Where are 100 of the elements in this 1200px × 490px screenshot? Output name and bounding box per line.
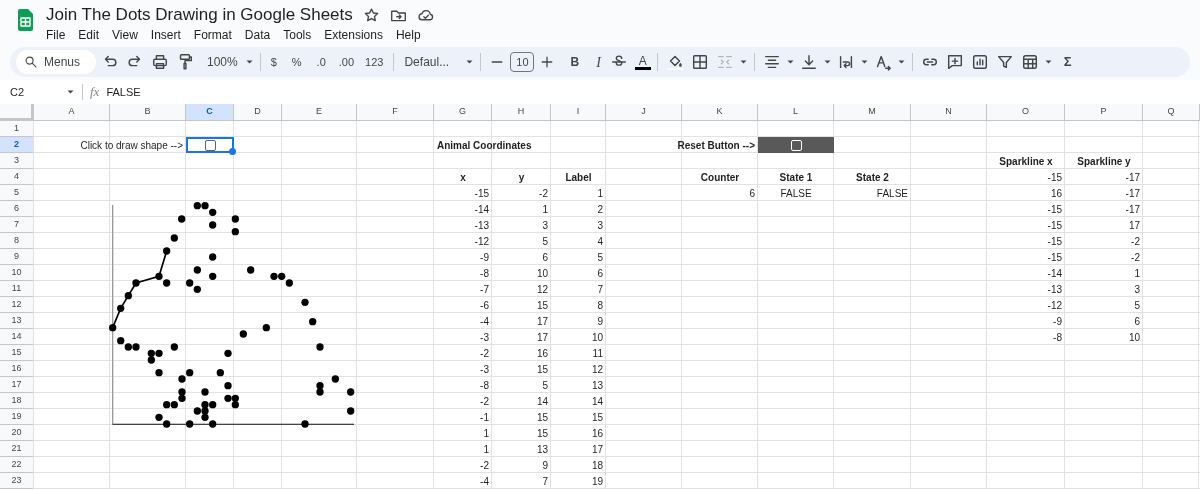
functions-button[interactable]: Σ [1059, 52, 1076, 72]
column-header[interactable]: N [911, 104, 987, 121]
row-header[interactable]: 11 [0, 281, 34, 297]
table-cell-text: 15 [535, 426, 549, 441]
table-cell-text: -13 [1046, 282, 1063, 297]
column-header[interactable]: H [492, 104, 551, 121]
table-cell-text: 10 [590, 330, 604, 345]
column-header[interactable]: A [34, 104, 110, 121]
row-header[interactable]: 6 [0, 201, 34, 217]
column-header[interactable]: I [551, 104, 606, 121]
sheets-logo-icon[interactable] [17, 9, 34, 31]
table-cell-text: 1 [1133, 266, 1141, 281]
reset-button-cell[interactable] [758, 137, 834, 153]
column-header[interactable]: G [434, 104, 492, 121]
star-icon[interactable] [362, 6, 380, 24]
table-cell-text: -15 [1046, 218, 1063, 233]
menu-item[interactable]: Data [244, 27, 271, 43]
row-header[interactable]: 8 [0, 233, 34, 249]
table-cell-text: 9 [541, 458, 549, 473]
column-header[interactable]: J [606, 104, 682, 121]
column-header[interactable]: P [1065, 104, 1143, 121]
name-box[interactable]: C2 [10, 82, 82, 102]
formula-field[interactable]: FALSE [106, 83, 141, 101]
fill-color-icon[interactable] [665, 53, 684, 71]
row-header[interactable]: 16 [0, 361, 34, 377]
functions-table-icon[interactable] [1020, 53, 1039, 71]
row-header[interactable]: 9 [0, 249, 34, 265]
table-cell-text: -15 [1046, 250, 1063, 265]
increase-decimal-button[interactable]: .00 [334, 53, 359, 71]
column-header[interactable]: M [834, 104, 911, 121]
table-cell-text: -8 [1052, 330, 1063, 345]
column-header[interactable]: E [282, 104, 357, 121]
column-header[interactable]: Q [1143, 104, 1200, 121]
table-cell-text: -15 [1046, 202, 1063, 217]
table-cell-text: -15 [1046, 170, 1063, 185]
percent-button[interactable]: % [287, 53, 306, 71]
table-cell-text: 5 [541, 234, 549, 249]
row-header[interactable]: 19 [0, 409, 34, 425]
number-format-button[interactable]: 123 [361, 53, 388, 71]
row-header[interactable]: 18 [0, 393, 34, 409]
column-header[interactable]: D [234, 104, 282, 121]
row-header[interactable]: 1 [0, 121, 34, 137]
row-header[interactable]: 10 [0, 265, 34, 281]
table-cell-text: FALSE [875, 186, 909, 201]
row-header[interactable]: 22 [0, 457, 34, 473]
borders-icon[interactable] [690, 53, 709, 71]
row-header[interactable]: 5 [0, 185, 34, 201]
column-header[interactable]: B [110, 104, 186, 121]
row-header[interactable]: 15 [0, 345, 34, 361]
row-header[interactable]: 23 [0, 473, 34, 489]
row-header[interactable]: 4 [0, 169, 34, 185]
row-header[interactable]: 21 [0, 441, 34, 457]
table-cell-text: 12 [535, 282, 549, 297]
column-header[interactable]: O [987, 104, 1065, 121]
menu-item[interactable]: Help [395, 27, 421, 43]
menus-search-button[interactable]: Menus [16, 50, 96, 74]
table-cell-text: 6 [541, 250, 549, 265]
table-cell-text: -17 [1124, 202, 1141, 217]
document-title[interactable]: Join The Dots Drawing in Google Sheets [46, 4, 353, 26]
menu-item[interactable]: Format [193, 27, 232, 43]
column-header[interactable]: K [682, 104, 758, 121]
menu-item[interactable]: Edit [78, 27, 100, 43]
currency-button[interactable]: $ [266, 53, 281, 71]
row-header[interactable]: 14 [0, 329, 34, 345]
column-header[interactable]: L [758, 104, 834, 121]
vertical-align-icon[interactable] [799, 53, 818, 71]
menu-item[interactable]: Extensions [324, 27, 383, 43]
fill-handle[interactable] [229, 148, 236, 155]
row-header[interactable]: 20 [0, 425, 34, 441]
row-header[interactable]: 3 [0, 153, 34, 169]
checkbox[interactable] [204, 139, 216, 151]
row-header[interactable]: 13 [0, 313, 34, 329]
font-dropdown[interactable]: Defaul... [400, 53, 463, 71]
comment-icon[interactable] [945, 53, 964, 71]
table-cell-text: Sparkline y [1076, 154, 1132, 169]
decrease-decimal-button[interactable]: .0 [312, 53, 330, 71]
print-icon[interactable] [151, 53, 169, 71]
font-size-field[interactable]: 10 [510, 52, 535, 72]
row-header[interactable]: 17 [0, 377, 34, 393]
filter-icon[interactable] [995, 53, 1014, 71]
row-header[interactable]: 2 [0, 137, 34, 153]
chart-icon[interactable] [970, 53, 989, 71]
menu-item[interactable]: File [46, 27, 66, 43]
zoom-dropdown[interactable]: 100% [199, 53, 242, 71]
table-cell-text: -2 [479, 346, 490, 361]
text-color-button[interactable]: A [634, 54, 651, 70]
bold-button[interactable]: B [566, 53, 584, 71]
italic-button[interactable]: I [592, 51, 605, 73]
menu-item[interactable]: Insert [150, 27, 181, 43]
table-cell-text: 5 [541, 378, 549, 393]
row-header[interactable]: 12 [0, 297, 34, 313]
align-center-icon[interactable] [762, 53, 781, 71]
menu-item[interactable]: View [112, 27, 138, 43]
column-header[interactable]: F [357, 104, 434, 121]
menu-item[interactable]: Tools [283, 27, 312, 43]
table-cell-text: 15 [590, 410, 604, 425]
table-cell-text: 12 [590, 362, 604, 377]
merge-cells-icon[interactable] [715, 53, 734, 71]
column-header[interactable]: C [186, 104, 234, 121]
row-header[interactable]: 7 [0, 217, 34, 233]
